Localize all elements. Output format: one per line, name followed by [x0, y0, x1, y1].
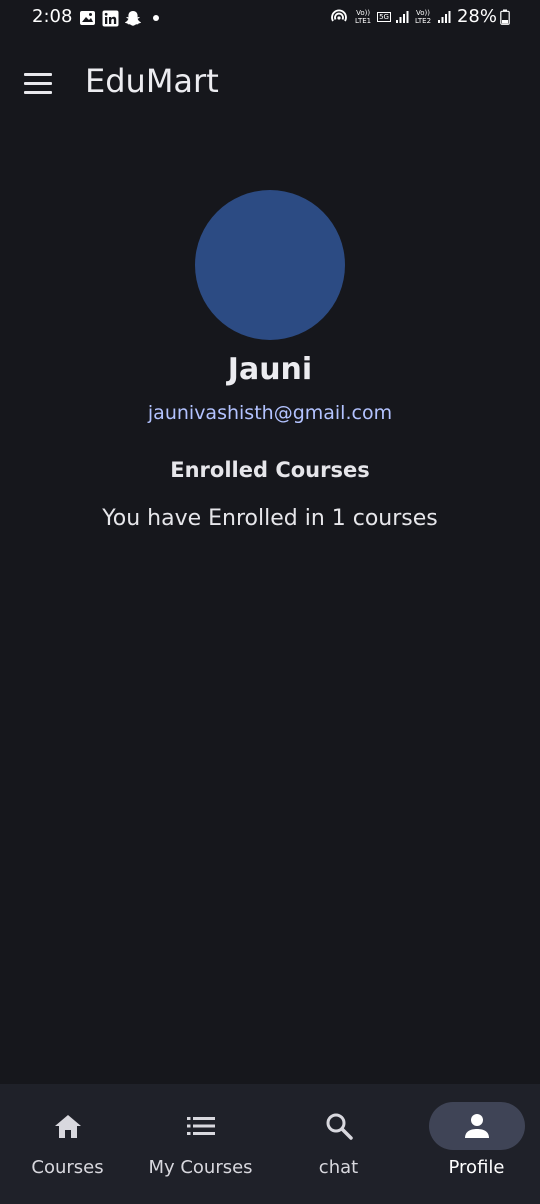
person-icon	[463, 1113, 491, 1139]
app-bar: EduMart	[0, 54, 540, 112]
user-name: Jauni	[227, 352, 313, 387]
menu-icon-line	[24, 72, 52, 76]
nav-icon-container	[20, 1102, 116, 1150]
gallery-icon	[78, 9, 96, 27]
enrolled-courses-heading: Enrolled Courses	[170, 458, 370, 482]
bottom-navigation: Courses My Courses chat Profile	[0, 1084, 540, 1204]
nav-icon-container	[291, 1102, 387, 1150]
nav-label-chat: chat	[318, 1157, 359, 1178]
nav-icon-container	[153, 1102, 249, 1150]
notification-icons	[78, 9, 159, 27]
app-title: EduMart	[85, 62, 219, 100]
avatar	[195, 190, 345, 340]
user-email: jaunivashisth@gmail.com	[147, 402, 393, 424]
more-notifications-dot	[153, 15, 159, 21]
list-icon	[186, 1115, 216, 1137]
nav-item-courses[interactable]: Courses	[0, 1084, 135, 1204]
volte1-label: Vo)) LTE1	[355, 8, 372, 25]
nav-icon-container	[428, 1102, 525, 1150]
menu-icon-line	[24, 81, 52, 85]
volte2-label: Vo)) LTE2	[414, 8, 432, 25]
snapchat-icon	[124, 9, 142, 27]
status-time: 2:08	[32, 6, 73, 27]
signal-icon-2	[437, 10, 451, 24]
nav-item-my-courses[interactable]: My Courses	[133, 1084, 268, 1204]
status-bar: 2:08 Vo)) LTE1 5G Vo)) LTE2 28%	[0, 0, 540, 36]
battery-icon	[500, 9, 510, 25]
status-right-icons: Vo)) LTE1 5G Vo)) LTE2 28%	[330, 6, 510, 27]
linkedin-icon	[101, 9, 119, 27]
nav-item-chat[interactable]: chat	[271, 1084, 406, 1204]
enrolled-courses-count: You have Enrolled in 1 courses	[102, 506, 438, 531]
nav-label-my-courses: My Courses	[148, 1157, 253, 1178]
menu-icon-line	[24, 90, 52, 94]
nav-label-profile: Profile	[448, 1157, 505, 1178]
battery-percent: 28%	[456, 6, 497, 27]
menu-button[interactable]	[24, 68, 60, 98]
search-icon	[324, 1111, 354, 1141]
signal-icon	[395, 10, 409, 24]
hotspot-icon	[330, 9, 348, 25]
nav-item-profile[interactable]: Profile	[409, 1084, 540, 1204]
nav-label-courses: Courses	[31, 1157, 104, 1178]
home-icon	[53, 1112, 83, 1140]
fiveg-label: 5G	[377, 11, 391, 22]
